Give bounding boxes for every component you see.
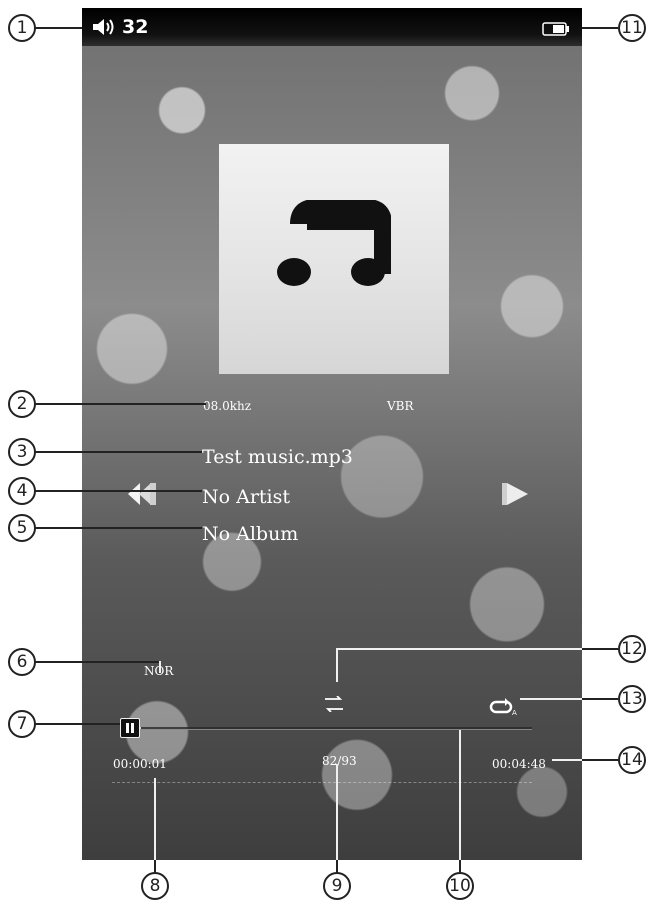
callout-leader-5 [34, 527, 202, 529]
track-title: Test music.mp3 [202, 446, 353, 468]
progress-fill [140, 727, 142, 729]
track-position: 82/93 [322, 754, 357, 768]
callout-7: 7 [8, 710, 36, 738]
callout-leader-10 [459, 730, 461, 860]
callout-14: 14 [618, 746, 646, 774]
svg-text:A: A [512, 709, 517, 716]
pause-button[interactable] [120, 718, 140, 738]
callout-leader-13b [582, 698, 618, 700]
callout-leader-13 [520, 698, 582, 700]
repeat-icon[interactable]: A [489, 698, 519, 720]
callout-13: 13 [618, 685, 646, 713]
divider [112, 782, 532, 783]
shuffle-icon[interactable] [324, 695, 344, 716]
callout-leader-6 [34, 661, 160, 663]
callout-3: 3 [8, 438, 36, 466]
callout-6: 6 [8, 648, 36, 676]
speaker-volume-icon[interactable] [92, 18, 118, 40]
player-screen: 32 08.0khz VBR Test music.mp3 No Artist … [82, 8, 582, 860]
sample-rate: 08.0khz [203, 399, 252, 413]
callout-leader-9 [336, 764, 338, 860]
callout-leader-12c [336, 648, 338, 682]
callout-leader-3 [34, 451, 202, 453]
callout-8: 8 [141, 872, 169, 900]
callout-4: 4 [8, 477, 36, 505]
rewind-previous-icon[interactable] [124, 480, 160, 512]
callout-leader-11 [582, 27, 618, 29]
callout-leader-14b [582, 759, 618, 761]
track-artist: No Artist [202, 486, 291, 508]
callout-leader-8 [154, 778, 156, 860]
callout-5: 5 [8, 514, 36, 542]
callout-11: 11 [618, 14, 646, 42]
callout-12: 12 [618, 635, 646, 663]
album-art [219, 144, 449, 374]
fast-forward-next-icon[interactable] [498, 480, 534, 512]
progress-bar[interactable] [140, 727, 532, 730]
callout-leader-4 [34, 490, 202, 492]
callout-leader-14 [552, 759, 582, 761]
callout-leader-12b [582, 648, 618, 650]
callout-10: 10 [446, 872, 474, 900]
callout-leader-2 [34, 403, 206, 405]
callout-leader-1 [34, 27, 82, 29]
callout-leader-7 [34, 723, 120, 725]
battery-icon [542, 21, 570, 40]
callout-9: 9 [323, 872, 351, 900]
track-album: No Album [202, 523, 299, 545]
elapsed-time: 00:00:01 [113, 757, 167, 771]
music-note-icon [277, 199, 392, 294]
status-bar: 32 [82, 8, 582, 46]
callout-1: 1 [8, 14, 36, 42]
callout-leader-6b [159, 661, 161, 673]
total-time: 00:04:48 [492, 757, 546, 771]
callout-2: 2 [8, 390, 36, 418]
bitrate-mode: VBR [387, 399, 414, 413]
volume-level: 32 [122, 16, 149, 38]
callout-leader-12 [336, 648, 582, 650]
